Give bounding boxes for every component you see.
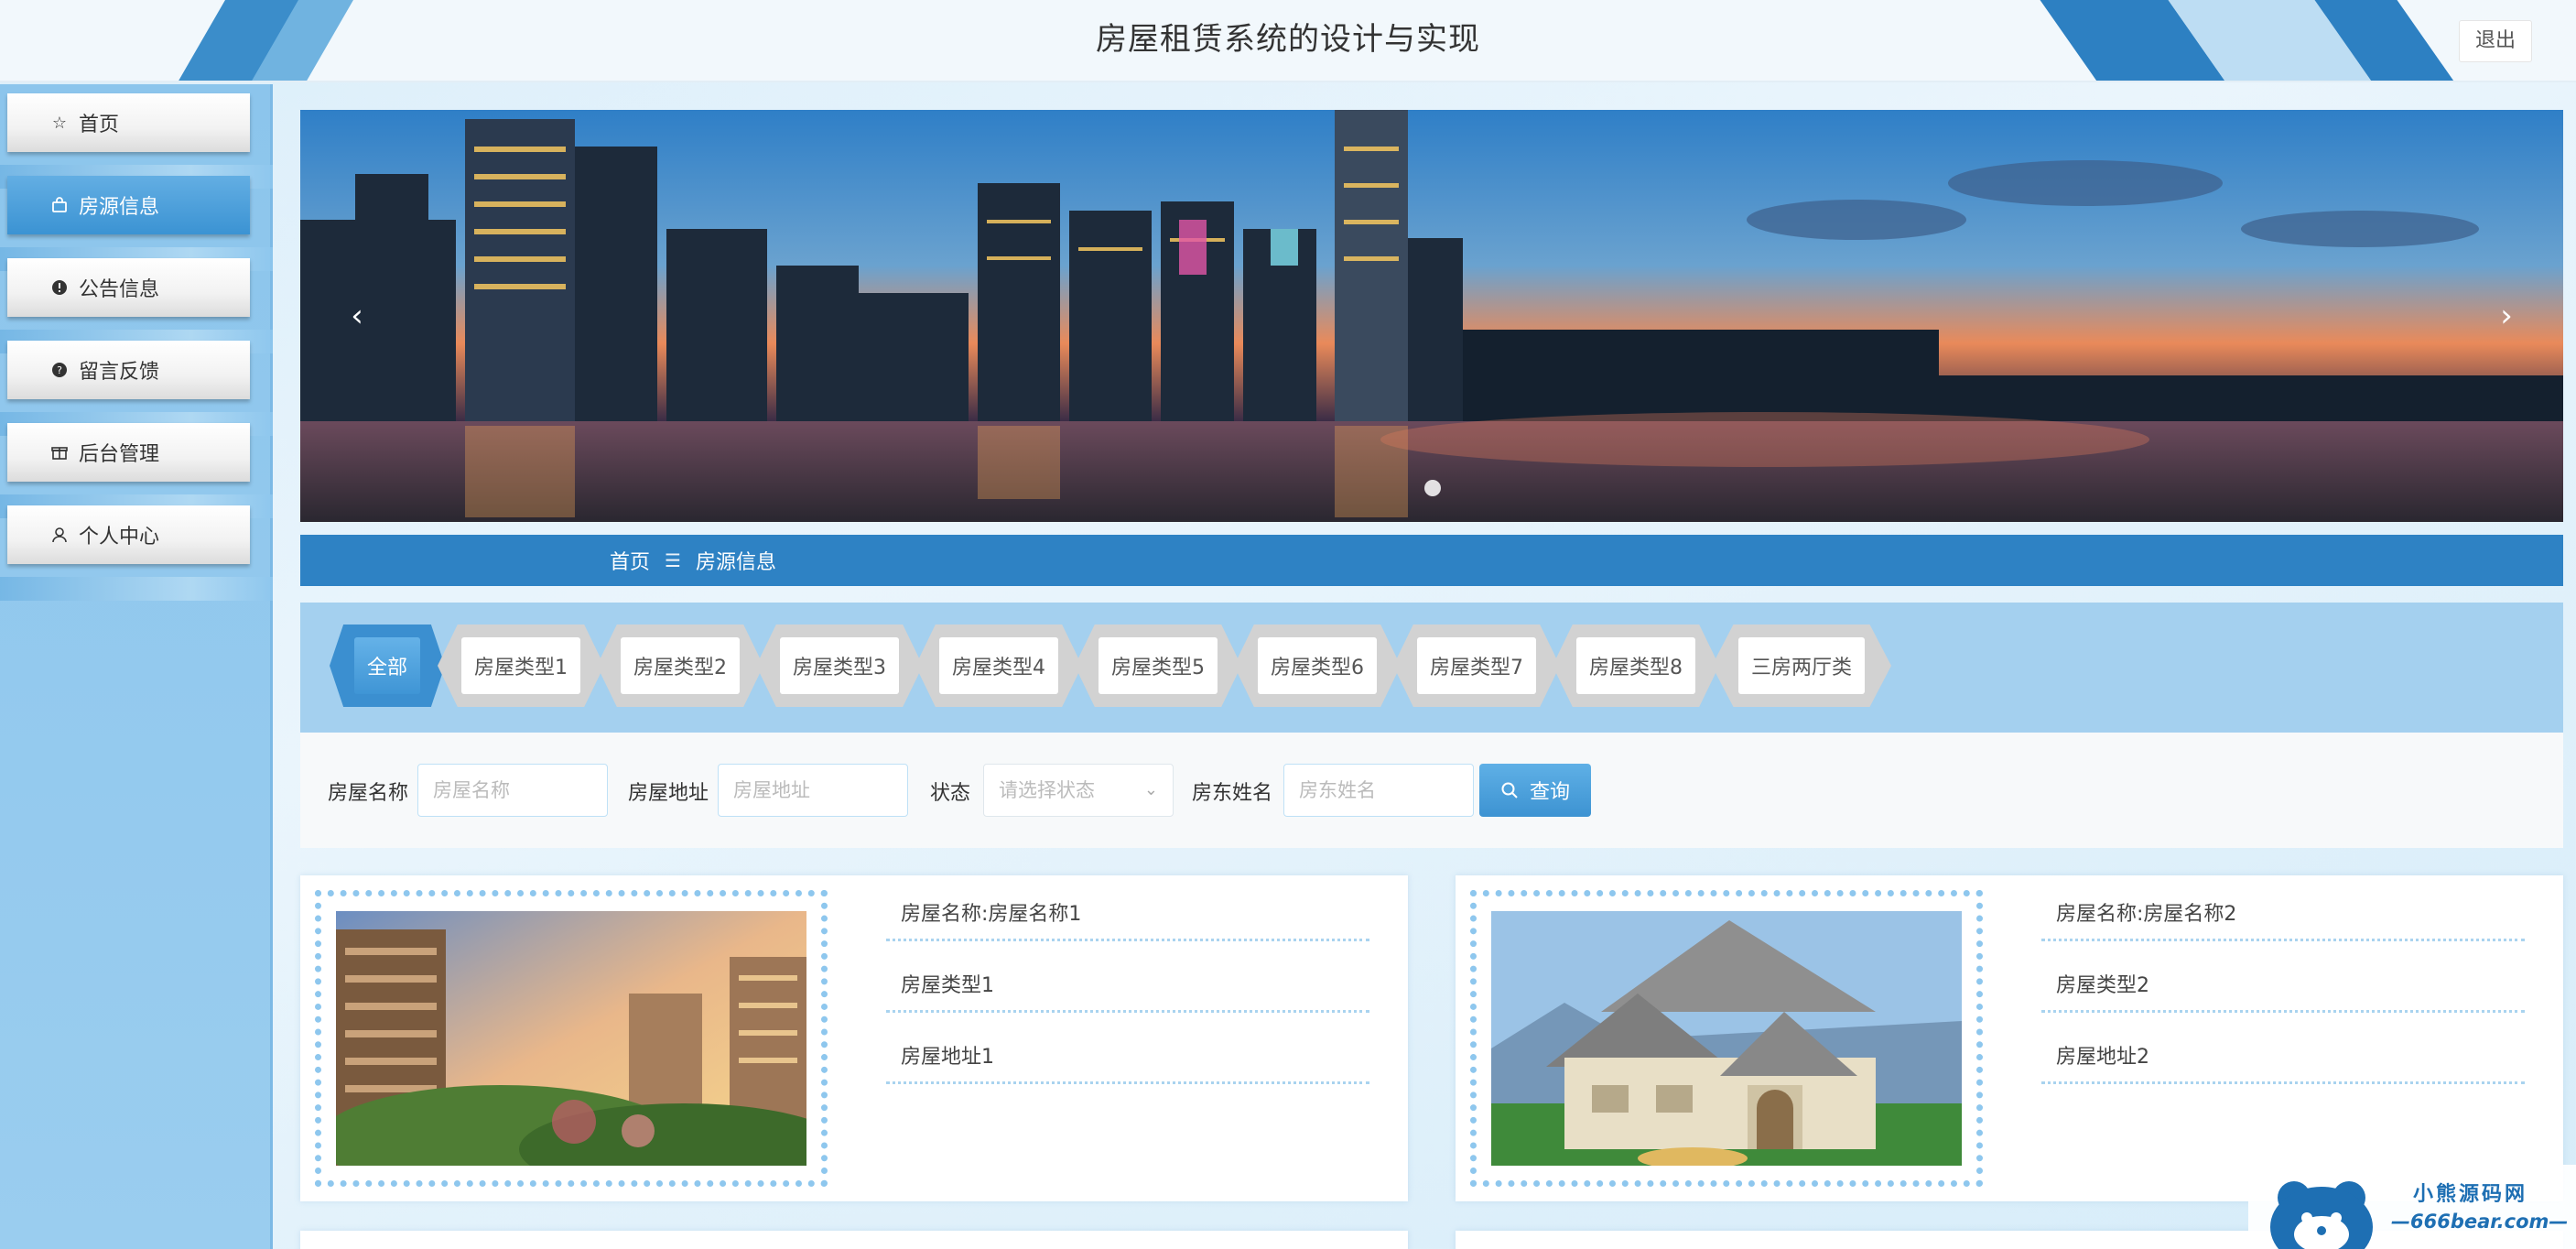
house-card[interactable]: 房屋名称:房屋名称1 房屋类型1 房屋地址1 xyxy=(300,875,1408,1201)
house-photo-frame xyxy=(315,890,828,1187)
query-button-label: 查询 xyxy=(1529,781,1570,804)
sidebar-nav: ☆ 首页 房源信息 公告信息 ? 留言反馈 后台管理 个人中心 xyxy=(0,84,273,1249)
breadcrumb-current: 房源信息 xyxy=(695,551,776,574)
sidebar-item-feedback[interactable]: ? 留言反馈 xyxy=(7,341,250,399)
house-card[interactable]: 房屋名称:房屋名称2 房屋类型2 房屋地址2 xyxy=(1456,875,2563,1201)
tab-label: 房屋类型1 xyxy=(461,637,580,694)
tab-house-type-8[interactable]: 房屋类型8 xyxy=(1553,624,1719,707)
banner-image xyxy=(300,110,2563,522)
tab-label: 全部 xyxy=(353,637,420,694)
tab-label: 房屋类型6 xyxy=(1258,637,1377,694)
sidebar-item-label: 个人中心 xyxy=(79,526,160,548)
search-bar: 房屋名称 房屋名称 房屋地址 房屋地址 状态 请选择状态 ⌄ 房东姓名 房东姓名… xyxy=(300,733,2563,848)
house-photo[interactable] xyxy=(1491,911,1962,1166)
tab-house-type-1[interactable]: 房屋类型1 xyxy=(438,624,604,707)
sidebar-item-label: 首页 xyxy=(79,114,120,136)
bear-logo-icon xyxy=(2270,1181,2373,1249)
tab-all[interactable]: 全部 xyxy=(330,624,445,707)
tab-house-type-7[interactable]: 房屋类型7 xyxy=(1393,624,1560,707)
sidebar-item-label: 公告信息 xyxy=(79,278,160,301)
sidebar-item-notices[interactable]: 公告信息 xyxy=(7,258,250,317)
tab-label: 三房两厅类 xyxy=(1737,637,1865,694)
watermark-title: 小熊源码网 xyxy=(2413,1183,2528,1206)
tab-label: 房屋类型8 xyxy=(1576,637,1695,694)
house-name: 房屋名称:房屋名称1 xyxy=(886,883,1369,941)
sidebar-item-home[interactable]: ☆ 首页 xyxy=(7,93,250,152)
house-photo[interactable] xyxy=(336,911,806,1166)
landlord-field-label: 房东姓名 xyxy=(1192,782,1273,805)
bag-icon xyxy=(49,195,70,215)
landlord-name-input[interactable]: 房东姓名 xyxy=(1283,764,1474,817)
search-icon xyxy=(1500,781,1519,799)
tab-house-type-4[interactable]: 房屋类型4 xyxy=(915,624,1082,707)
alert-icon xyxy=(49,277,70,298)
tab-label: 房屋类型7 xyxy=(1417,637,1536,694)
logout-button[interactable]: 退出 xyxy=(2459,20,2532,62)
house-address: 房屋地址1 xyxy=(886,1026,1369,1084)
nav-divider xyxy=(0,577,273,601)
carousel-indicator[interactable] xyxy=(1424,480,1441,496)
user-icon xyxy=(49,525,70,545)
gift-icon xyxy=(49,442,70,462)
top-header: 房屋租赁系统的设计与实现 退出 xyxy=(0,0,2576,82)
tab-house-type-6[interactable]: 房屋类型6 xyxy=(1234,624,1401,707)
sidebar-item-label: 房源信息 xyxy=(79,196,160,219)
house-address-input[interactable]: 房屋地址 xyxy=(718,764,908,817)
sidebar-item-label: 后台管理 xyxy=(79,443,160,466)
sidebar-item-listings[interactable]: 房源信息 xyxy=(7,176,250,234)
breadcrumb: 首页 ☰ 房源信息 xyxy=(300,535,2563,586)
tab-label: 房屋类型5 xyxy=(1099,637,1218,694)
tab-house-type-5[interactable]: 房屋类型5 xyxy=(1075,624,1241,707)
star-icon: ☆ xyxy=(51,113,68,133)
carousel-prev-button[interactable]: ‹ xyxy=(339,293,375,339)
house-address: 房屋地址2 xyxy=(2041,1026,2525,1084)
query-button[interactable]: 查询 xyxy=(1479,764,1591,817)
breadcrumb-home[interactable]: 首页 xyxy=(610,546,650,575)
site-watermark: 小熊源码网 —666bear.com— xyxy=(2248,1165,2576,1249)
carousel-next-button[interactable]: › xyxy=(2488,293,2525,339)
house-name-input[interactable]: 房屋名称 xyxy=(417,764,608,817)
tab-three-bed-two-living[interactable]: 三房两厅类 xyxy=(1712,624,1891,707)
tab-label: 房屋类型4 xyxy=(939,637,1058,694)
name-field-label: 房屋名称 xyxy=(328,782,409,805)
svg-text:?: ? xyxy=(57,364,62,376)
house-name: 房屋名称:房屋名称2 xyxy=(2041,883,2525,941)
banner-carousel[interactable]: ‹ › xyxy=(300,110,2563,522)
status-field-label: 状态 xyxy=(930,782,971,805)
tab-label: 房屋类型3 xyxy=(780,637,899,694)
status-select[interactable]: 请选择状态 ⌄ xyxy=(983,764,1174,817)
status-select-placeholder: 请选择状态 xyxy=(999,779,1095,801)
house-card[interactable] xyxy=(300,1231,1408,1249)
address-field-label: 房屋地址 xyxy=(628,782,709,805)
tab-house-type-2[interactable]: 房屋类型2 xyxy=(597,624,763,707)
sidebar-item-label: 留言反馈 xyxy=(79,361,160,384)
sidebar-item-admin[interactable]: 后台管理 xyxy=(7,423,250,482)
question-icon: ? xyxy=(49,360,70,380)
house-type-tabs: 全部 房屋类型1 房屋类型2 房屋类型3 房屋类型4 房屋类型5 房屋类型6 房… xyxy=(300,603,2563,733)
sidebar-item-profile[interactable]: 个人中心 xyxy=(7,505,250,564)
watermark-url: —666bear.com— xyxy=(2391,1211,2569,1233)
house-type: 房屋类型2 xyxy=(2041,954,2525,1013)
tab-label: 房屋类型2 xyxy=(621,637,740,694)
house-photo-frame xyxy=(1470,890,1983,1187)
site-title: 房屋租赁系统的设计与实现 xyxy=(1096,21,1480,58)
house-type: 房屋类型1 xyxy=(886,954,1369,1013)
breadcrumb-separator-icon: ☰ xyxy=(665,549,681,571)
tab-house-type-3[interactable]: 房屋类型3 xyxy=(756,624,923,707)
chevron-down-icon: ⌄ xyxy=(1143,780,1158,799)
